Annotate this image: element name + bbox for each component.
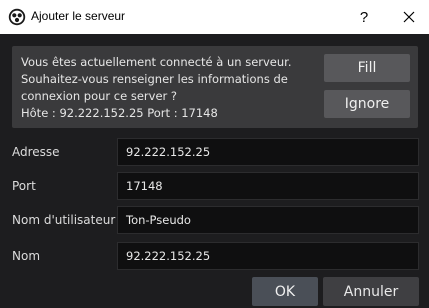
- help-button[interactable]: ?: [350, 0, 378, 34]
- cancel-button[interactable]: Annuler: [323, 277, 419, 306]
- username-input[interactable]: Ton-Pseudo: [117, 206, 419, 234]
- host-port-text: Hôte : 92.222.152.25 Port : 17148: [21, 106, 218, 120]
- info-text-line-3: connexion pour ce server ?: [21, 89, 178, 103]
- fill-button[interactable]: Fill: [324, 54, 410, 82]
- address-label: Adresse: [12, 145, 60, 159]
- close-button[interactable]: [395, 0, 423, 34]
- title-bar[interactable]: Ajouter le serveur ?: [0, 0, 429, 34]
- ok-button[interactable]: OK: [252, 277, 318, 306]
- close-icon: [403, 11, 415, 23]
- port-label: Port: [12, 179, 36, 193]
- address-input[interactable]: 92.222.152.25: [117, 138, 419, 166]
- window-title: Ajouter le serveur: [31, 9, 126, 23]
- username-label: Nom d'utilisateur: [12, 213, 116, 227]
- name-input[interactable]: 92.222.152.25: [117, 242, 419, 270]
- obs-logo-icon: [8, 8, 26, 26]
- info-text-line-2: Souhaitez-vous renseigner les informatio…: [21, 72, 288, 86]
- info-text-line-1: Vous êtes actuellement connecté à un ser…: [21, 55, 292, 69]
- server-info-panel: Vous êtes actuellement connecté à un ser…: [12, 46, 418, 128]
- ignore-button[interactable]: Ignore: [324, 90, 410, 118]
- name-label: Nom: [12, 249, 41, 263]
- port-input[interactable]: 17148: [117, 172, 419, 200]
